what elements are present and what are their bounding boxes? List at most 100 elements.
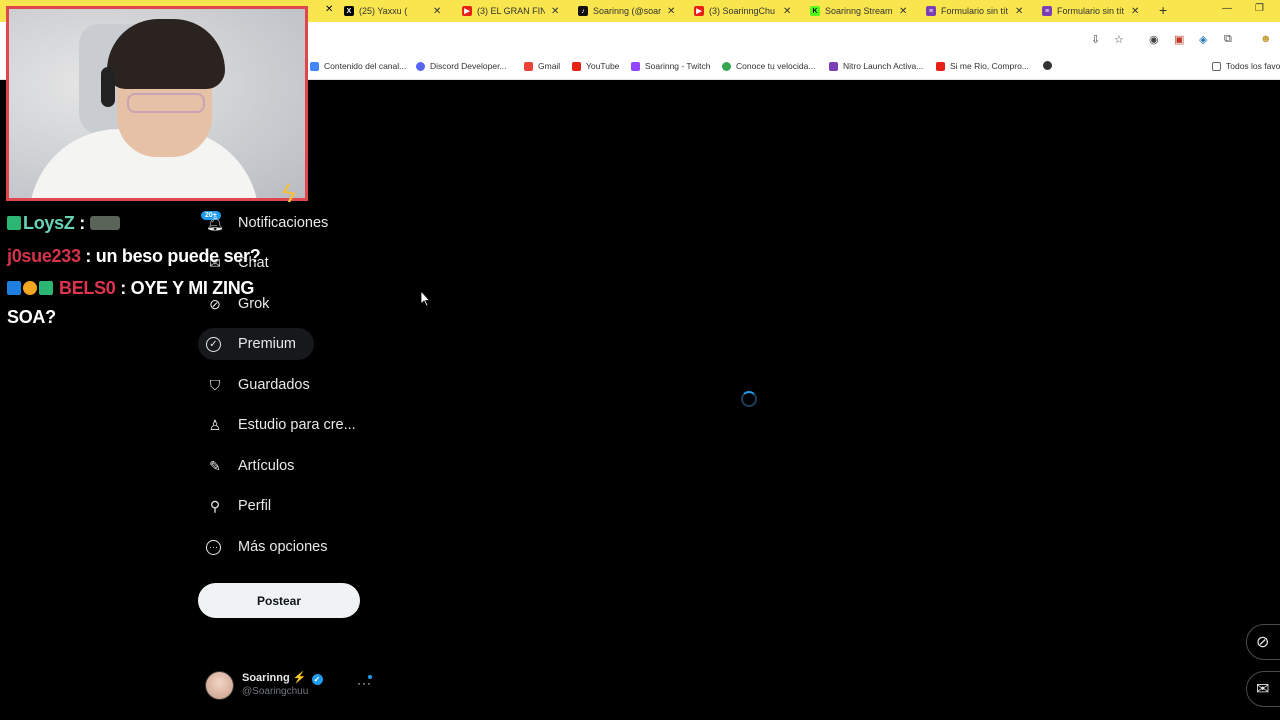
- bookmark-label: Conoce tu velocida...: [736, 61, 816, 71]
- nav-item-label: Artículos: [238, 458, 295, 474]
- bookmark-item[interactable]: Contenido del canal...: [310, 61, 406, 71]
- bookmark-item[interactable]: Gmail: [524, 61, 560, 71]
- bookmark-item[interactable]: YouTube: [572, 61, 619, 71]
- extension-icon[interactable]: ▣: [1174, 33, 1184, 46]
- profile-icon: ⚲: [209, 497, 221, 514]
- messages-float-button[interactable]: ✉: [1246, 671, 1280, 707]
- extension-icon[interactable]: ◉: [1149, 33, 1159, 46]
- all-bookmarks[interactable]: Todos los favo: [1212, 61, 1280, 71]
- nav-item-label: Estudio para cre...: [238, 417, 356, 433]
- browser-tab[interactable]: K Soarinng Stream ✕: [810, 2, 907, 20]
- lightning-emoji: ⚡: [292, 672, 307, 684]
- tab-title: Soarinng Stream: [825, 6, 893, 16]
- browser-tab[interactable]: ≡ Formulario sin tít ✕: [1042, 2, 1139, 20]
- bookmark-label: Gmail: [538, 61, 561, 71]
- nav-item-premium[interactable]: ✓ Premium: [198, 328, 315, 360]
- chat-message: j0sue233 : un beso puede ser?: [7, 246, 261, 267]
- bookmark-item[interactable]: Soarinng - Twitch: [631, 61, 711, 71]
- nav-item-notifications[interactable]: 🔔︎ Notificaciones: [198, 207, 328, 239]
- premium-icon: ✓: [206, 336, 221, 352]
- tab-close-icon[interactable]: ✕: [667, 6, 675, 17]
- tab-close-icon[interactable]: ✕: [433, 6, 441, 17]
- bookmark-label: Nitro Launch Activa...: [843, 61, 924, 71]
- browser-tab[interactable]: ▶ (3) EL GRAN FINA ✕: [462, 2, 559, 20]
- nav-item-more-options[interactable]: ··· Más opciones: [198, 531, 327, 563]
- browser-tab[interactable]: ≡ Formulario sin tít ✕: [926, 2, 1023, 20]
- kick-icon: K: [810, 6, 820, 16]
- bookmark-icon: ⛉: [209, 376, 221, 393]
- x-icon: X: [344, 6, 354, 16]
- puzzle-icon[interactable]: ⧉: [1224, 33, 1232, 46]
- chat-separator: :: [80, 246, 96, 266]
- extension-icon[interactable]: ◈: [1199, 33, 1207, 46]
- bookmark-item[interactable]: [1043, 61, 1057, 70]
- nav-item-profile[interactable]: ⚲ Perfil: [198, 490, 271, 522]
- tab-close-icon[interactable]: ✕: [899, 6, 907, 17]
- forms-icon: ≡: [926, 6, 936, 16]
- tab-title: Soarinng (@soari: [593, 6, 661, 16]
- grok-icon: ⊘: [1256, 634, 1270, 651]
- unread-dot: [368, 675, 372, 679]
- star-icon[interactable]: ☆: [1114, 33, 1124, 46]
- profile-avatar-icon[interactable]: ☻: [1260, 33, 1272, 45]
- tank-emote-icon: [89, 216, 120, 230]
- youtube-icon: [572, 61, 581, 71]
- account-name: Soarinng: [242, 672, 290, 684]
- chat-username: BELS0: [59, 278, 116, 298]
- chat-message: BELS0 : OYE Y MI ZING: [7, 278, 254, 299]
- forms-icon: ≡: [1042, 6, 1052, 16]
- youtube-icon: ▶: [462, 6, 472, 16]
- install-app-icon[interactable]: ⇩: [1091, 33, 1100, 46]
- verified-badge-icon: ✓: [311, 674, 323, 685]
- bookmark-item[interactable]: Conoce tu velocida...: [722, 61, 815, 71]
- bookmark-item[interactable]: Discord Developer...: [416, 61, 507, 71]
- active-tab-close-icon[interactable]: ✕: [325, 4, 333, 15]
- bookmark-label: Si me Rio, Compro...: [950, 61, 1029, 71]
- tab-close-icon[interactable]: ✕: [1015, 6, 1023, 17]
- post-button[interactable]: Postear: [198, 583, 360, 618]
- tab-title: Formulario sin tít: [1057, 6, 1125, 16]
- grok-float-button[interactable]: ⊘: [1246, 624, 1280, 660]
- tab-close-icon[interactable]: ✕: [551, 6, 559, 17]
- bookmark-icon: [310, 61, 319, 71]
- tab-close-icon[interactable]: ✕: [1131, 6, 1139, 17]
- bookmark-item[interactable]: Si me Rio, Compro...: [936, 61, 1029, 71]
- account-switcher[interactable]: Soarinng ⚡ ✓ @Soaringchuu ···: [205, 669, 375, 701]
- nav-item-bookmarks[interactable]: ⛉ Guardados: [198, 369, 310, 401]
- speedtest-icon: [722, 61, 731, 71]
- webcam-glasses: [127, 93, 205, 113]
- nav-item-label: Más opciones: [238, 539, 328, 555]
- avatar: [205, 671, 234, 700]
- chat-badge-icon: [23, 281, 37, 295]
- chat-username: LoysZ: [23, 213, 75, 233]
- chat-text: un beso puede ser?: [95, 246, 261, 266]
- tab-title: (3) EL GRAN FINA: [477, 6, 545, 16]
- discord-icon: [416, 61, 425, 71]
- nav-item-label: Guardados: [238, 377, 310, 393]
- twitch-icon: [631, 61, 640, 71]
- mail-icon: ✉: [1256, 681, 1270, 698]
- restore-icon[interactable]: ❐: [1255, 3, 1264, 14]
- youtube-icon: [936, 61, 945, 71]
- browser-tab[interactable]: X (25) Yaxxu ( ✕: [344, 2, 441, 20]
- bookmark-label: Soarinng - Twitch: [645, 61, 711, 71]
- bell-icon: 🔔︎: [206, 214, 224, 231]
- chat-separator: :: [74, 213, 90, 233]
- browser-tab[interactable]: ♪ Soarinng (@soari ✕: [578, 2, 675, 20]
- new-tab-button[interactable]: +: [1159, 2, 1167, 18]
- nav-item-articles[interactable]: ✎ Artículos: [198, 450, 294, 482]
- chat-badge-icon: [39, 281, 53, 295]
- folder-icon: [1212, 61, 1221, 71]
- all-bookmarks-label: Todos los favo: [1226, 61, 1280, 71]
- gmail-icon: [524, 61, 533, 71]
- nav-item-creator-studio[interactable]: ♙ Estudio para cre...: [198, 409, 356, 441]
- bookmark-item[interactable]: Nitro Launch Activa...: [829, 61, 923, 71]
- chat-badge-icon: [7, 216, 21, 230]
- account-handle: @Soaringchuu: [242, 686, 309, 697]
- nav-item-label: Perfil: [238, 498, 272, 514]
- browser-tab[interactable]: ▶ (3) SoarinngChu ✕: [694, 2, 791, 20]
- minimize-icon[interactable]: —: [1222, 3, 1232, 14]
- chat-separator: :: [115, 278, 131, 298]
- globe-icon: [1043, 61, 1052, 70]
- tab-close-icon[interactable]: ✕: [783, 6, 791, 17]
